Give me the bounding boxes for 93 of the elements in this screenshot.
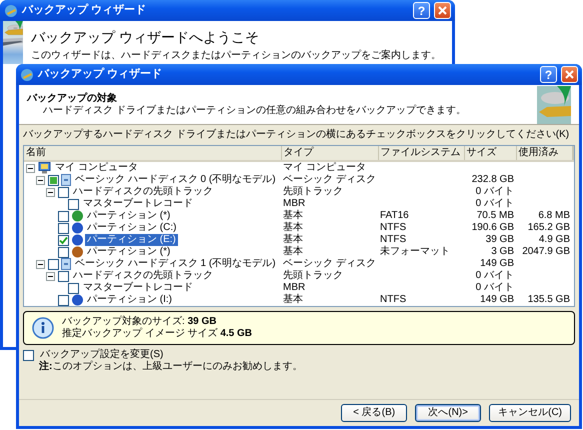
checkbox[interactable]: [58, 222, 69, 234]
table-cell-text: 135.5 GB: [526, 294, 571, 306]
table-cell-text: 基本: [282, 234, 304, 246]
checkbox-label[interactable]: バックアップ設定を変更(S): [40, 349, 164, 361]
checkbox[interactable]: [58, 294, 69, 306]
checkbox[interactable]: [58, 210, 69, 222]
table-cell-text: 6.8 MB: [537, 210, 571, 222]
tree-item-label[interactable]: ハードディスクの先頭トラック: [71, 186, 215, 198]
welcome-heading: バックアップ ウィザードへようこそ: [31, 29, 260, 46]
close-icon: [565, 70, 574, 79]
help-button[interactable]: ?: [413, 2, 430, 19]
close-button[interactable]: [561, 66, 578, 83]
table-cell-text: 0 バイト: [474, 270, 515, 282]
check-icon: [59, 236, 68, 244]
welcome-description: このウィザードは、ハードディスクまたはパーティションのバックアップをご案内します。: [31, 50, 442, 62]
table-cell-text: 先頭トラック: [282, 186, 344, 198]
page-title: バックアップの対象: [27, 92, 118, 104]
app-icon: [20, 68, 34, 82]
table-cell: マイ コンピュータ: [281, 161, 378, 174]
window-title: バックアップ ウィザード: [22, 4, 148, 18]
close-button[interactable]: [434, 2, 451, 19]
column-header[interactable]: ファイルシステム: [378, 146, 464, 161]
checkbox[interactable]: [58, 270, 69, 282]
table-cell-text: 0 バイト: [474, 198, 515, 210]
checkbox[interactable]: [58, 246, 69, 258]
table-cell-text: 基本: [282, 210, 304, 222]
table-cell-text: 先頭トラック: [282, 270, 344, 282]
page-subtitle: ハードディスク ドライブまたはパーティションの任意の組み合わせをバックアップできます。: [42, 104, 467, 116]
table-cell-text: 基本: [282, 294, 304, 306]
column-header[interactable]: 名前: [24, 146, 281, 161]
table-cell-text: 未フォーマット: [379, 246, 451, 258]
checkbox[interactable]: [68, 282, 79, 294]
table-cell-text: 149 GB: [479, 294, 515, 306]
wizard-button[interactable]: < 戻る(B): [341, 404, 408, 422]
tree-item-label[interactable]: マイ コンピュータ: [53, 162, 140, 174]
column-header[interactable]: 使用済み: [516, 146, 572, 161]
checkbox[interactable]: [23, 350, 34, 360]
collapse-toggle[interactable]: [26, 164, 35, 172]
table-cell-text: 基本: [282, 246, 304, 258]
table-cell-text: 232.8 GB: [470, 174, 515, 186]
table-cell-text: 39 GB: [484, 234, 515, 246]
table-cell-text: 190.6 GB: [470, 222, 515, 234]
tree-item-label[interactable]: ベーシック ハードディスク 0 (不明なモデル): [73, 174, 278, 186]
table-cell-text: 165.2 GB: [526, 222, 571, 234]
table-cell-text: 70.5 MB: [476, 210, 515, 222]
window-title: バックアップ ウィザード: [38, 68, 164, 82]
table-cell-text: 149 GB: [479, 258, 515, 270]
collapse-toggle[interactable]: [46, 188, 55, 196]
note-text: 注:このオプションは、上級ユーザーにのみお勧めします。: [38, 361, 304, 373]
table-cell-text: ベーシック ディスク: [282, 174, 377, 186]
table-cell-text: 基本: [282, 222, 304, 234]
table-cell-text: MBR: [282, 198, 306, 210]
table-cell-text: 0 バイト: [474, 282, 515, 294]
wizard-button[interactable]: キャンセル(C): [489, 404, 571, 422]
tree-item-label[interactable]: パーティション (I:): [85, 294, 174, 306]
column-header[interactable]: タイプ: [281, 146, 378, 161]
table-cell-text: 0 バイト: [474, 186, 515, 198]
collapse-toggle[interactable]: [46, 272, 55, 280]
table-cell-text: 4.9 GB: [538, 234, 571, 246]
info-text: 推定バックアップ イメージ サイズ 4.5 GB: [62, 328, 252, 340]
table-cell-text: NTFS: [379, 294, 408, 306]
app-icon: [4, 4, 18, 18]
computer-icon: [38, 162, 51, 174]
info-icon: [32, 317, 54, 339]
tree-item-label[interactable]: ベーシック ハードディスク 1 (不明なモデル): [73, 258, 278, 270]
disk-and-pen-drawing: [537, 86, 571, 124]
table-cell-text: MBR: [282, 282, 306, 294]
table-cell-text: NTFS: [379, 234, 408, 246]
table-cell-text: 3 GB: [490, 246, 515, 258]
tree-item-label[interactable]: パーティション (C:): [85, 222, 178, 234]
instruction-text: バックアップするハードディスク ドライブまたはパーティションの横にあるチェックボックスをクリックしてください(K): [23, 129, 570, 141]
checkbox[interactable]: [68, 198, 79, 210]
table-cell-text: NTFS: [379, 222, 408, 234]
help-button[interactable]: ?: [540, 66, 557, 83]
checkbox[interactable]: [58, 186, 69, 198]
tree-item-label[interactable]: マスターブートレコード: [81, 282, 195, 294]
disk-and-pen-drawing: [3, 21, 23, 64]
collapse-toggle[interactable]: [36, 260, 45, 268]
checkbox[interactable]: [58, 234, 69, 246]
info-text: バックアップ対象のサイズ: 39 GB: [62, 316, 218, 328]
tree-item-label[interactable]: パーティション (E:): [85, 234, 178, 246]
checkbox[interactable]: [48, 258, 59, 270]
tree-item-label[interactable]: パーティション (*): [85, 210, 172, 222]
table-cell-text: ベーシック ディスク: [282, 258, 377, 270]
wizard-button[interactable]: 次へ(N)>: [415, 404, 482, 422]
column-header[interactable]: サイズ: [464, 146, 516, 161]
collapse-toggle[interactable]: [36, 176, 45, 184]
tree-item-label[interactable]: マスターブートレコード: [81, 198, 195, 210]
tree-item-label[interactable]: ハードディスクの先頭トラック: [71, 270, 215, 282]
close-icon: [438, 6, 447, 15]
table-cell-text: 2047.9 GB: [521, 246, 571, 258]
table-cell-text: FAT16: [379, 210, 410, 222]
tree-item-label[interactable]: パーティション (*): [85, 246, 172, 258]
